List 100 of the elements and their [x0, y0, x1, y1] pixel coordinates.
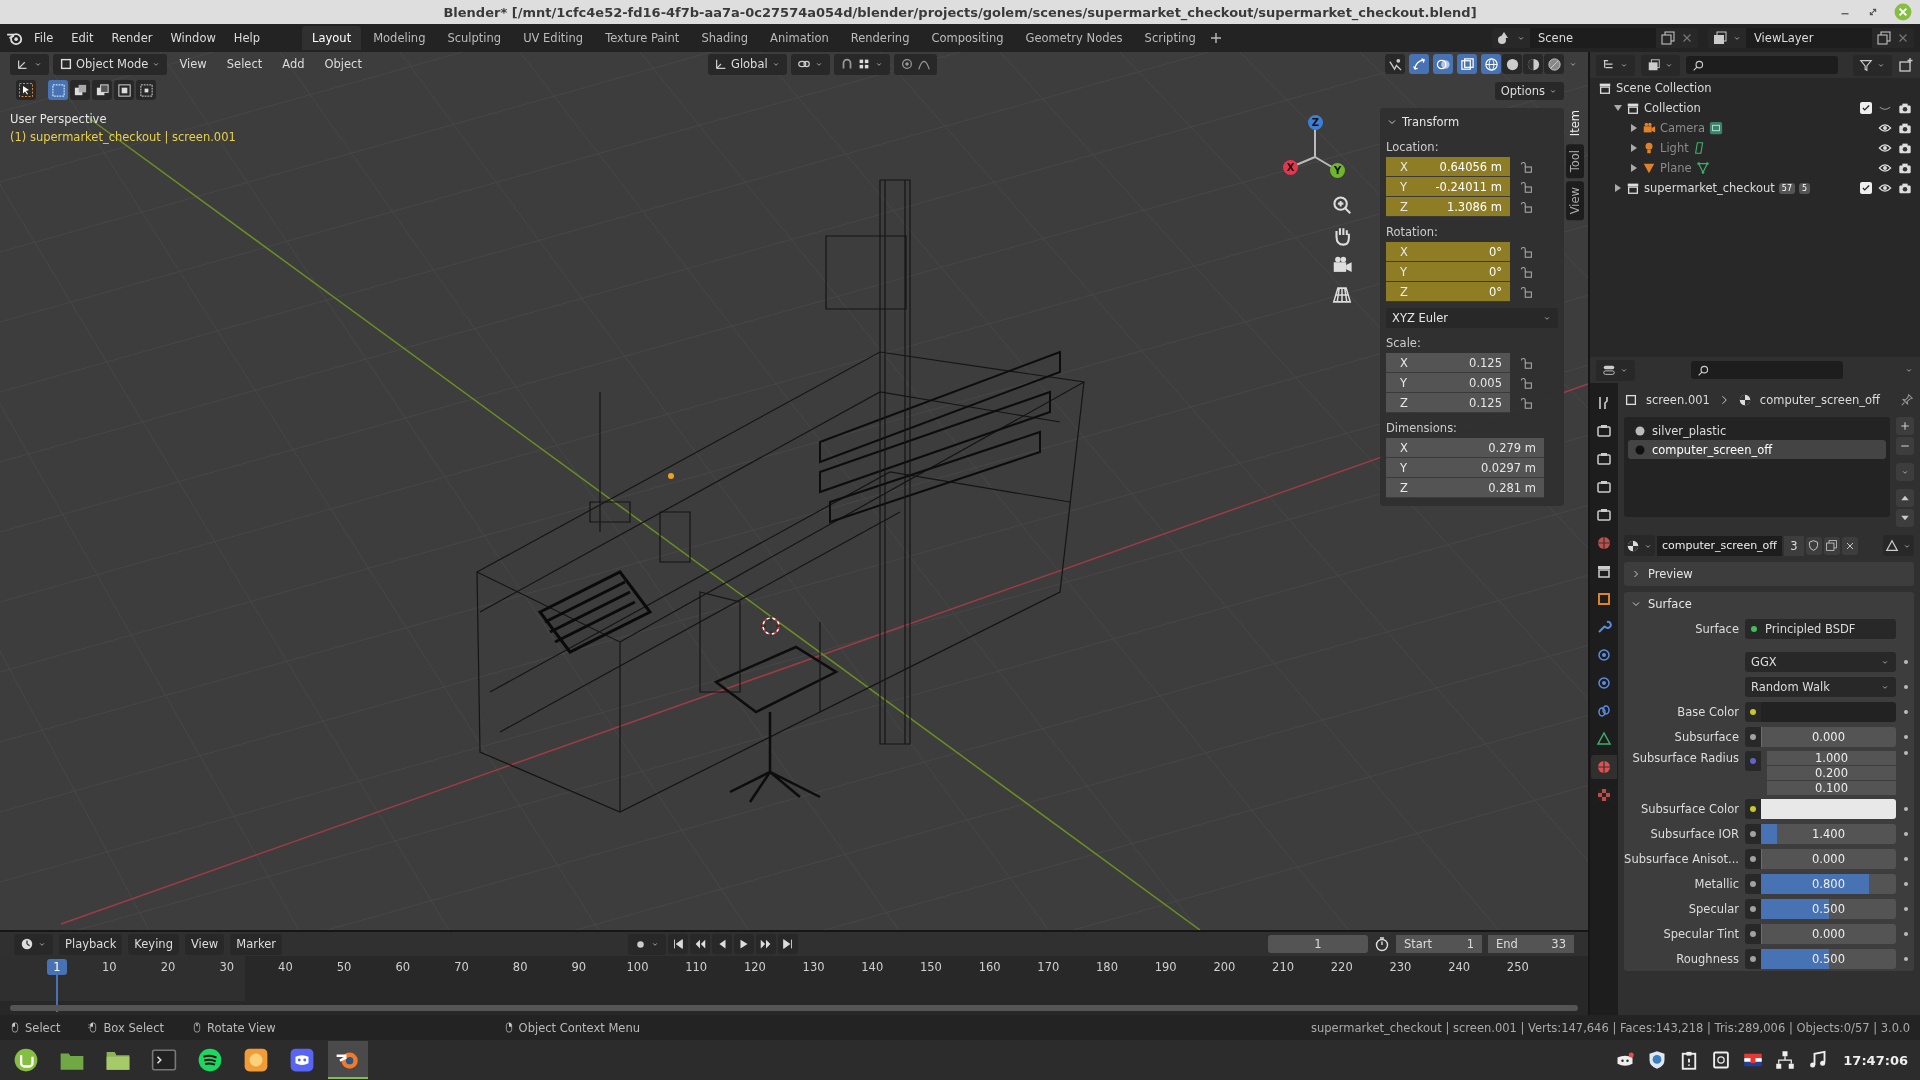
outliner-item[interactable]: Collection	[1644, 101, 1701, 115]
start-frame-field[interactable]: Start 1	[1396, 935, 1482, 953]
outliner-item[interactable]: supermarket_checkout	[1644, 181, 1775, 195]
group-label: Location:	[1386, 140, 1440, 154]
workspace-tab[interactable]: Compositing	[921, 26, 1014, 50]
workspace-tab[interactable]: Shading	[691, 26, 759, 50]
shortcut-hint: Select	[25, 1020, 61, 1035]
number-field[interactable]: X 0°	[1386, 242, 1510, 262]
mode-dropdown[interactable]: Object Mode	[53, 53, 168, 75]
number-field[interactable]: 0.200	[1767, 766, 1896, 781]
workspace-tab[interactable]: Layout	[302, 26, 362, 50]
value-slider[interactable]: 0.000	[1761, 923, 1896, 944]
shortcut-hint: Object Context Menu	[518, 1020, 640, 1035]
menu-item[interactable]: Help	[225, 28, 269, 48]
workspace-tab[interactable]: Animation	[760, 26, 839, 50]
outliner-item[interactable]: Light	[1660, 141, 1689, 155]
shader-selector[interactable]: Principled BSDF	[1745, 618, 1896, 639]
user-count[interactable]: 3	[1783, 535, 1804, 556]
end-frame-field[interactable]: End 33	[1488, 935, 1574, 953]
value-slider[interactable]: 0.000	[1761, 726, 1896, 747]
breadcrumb-item: computer_screen_off	[1759, 393, 1880, 407]
number-field[interactable]: Z 0.281 m	[1386, 478, 1544, 498]
outliner-item[interactable]: Scene Collection	[1616, 81, 1712, 95]
material-slot[interactable]: computer_screen_off	[1628, 440, 1886, 459]
frame-number: 250	[1505, 960, 1530, 974]
number-field[interactable]: Y 0.0297 m	[1386, 458, 1544, 478]
group-label: Dimensions:	[1386, 421, 1458, 435]
number-field[interactable]: 1.000	[1767, 751, 1896, 766]
menu-item[interactable]: View	[171, 54, 215, 74]
workspace-tab[interactable]: Rendering	[840, 26, 920, 50]
menu-item[interactable]: Marker	[230, 933, 282, 955]
material-slot[interactable]: silver_plastic	[1628, 421, 1886, 440]
frame-number: 90	[570, 960, 588, 974]
number-field[interactable]: Z 1.3086 m	[1386, 197, 1510, 217]
frame-number: 240	[1447, 960, 1472, 974]
workspace-tab[interactable]: Modeling	[363, 26, 436, 50]
scene-selector[interactable]: Scene	[1530, 28, 1656, 48]
playhead[interactable]: 1	[47, 959, 67, 975]
menu-item[interactable]: View	[184, 933, 225, 955]
frame-number: 210	[1271, 960, 1296, 974]
value-slider[interactable]: 1.400	[1761, 823, 1896, 844]
workspace-tab[interactable]: UV Editing	[513, 26, 594, 50]
number-field[interactable]: 0.100	[1767, 781, 1896, 796]
menu-item[interactable]: Object	[316, 54, 370, 74]
frame-number: 70	[453, 960, 470, 974]
frame-number: 10	[101, 960, 118, 974]
sidebar-tab[interactable]: Tool	[1566, 144, 1584, 179]
menu-item[interactable]: Keying	[128, 933, 179, 955]
frame-number: 180	[1095, 960, 1119, 974]
dropdown[interactable]: GGX	[1745, 651, 1896, 672]
clock: 17:47:06	[1843, 1052, 1908, 1068]
menu-item[interactable]: Edit	[63, 28, 102, 48]
group-label: Rotation:	[1386, 225, 1439, 239]
number-field[interactable]: X 0.279 m	[1386, 438, 1544, 458]
number-field[interactable]: Y 0°	[1386, 262, 1510, 282]
number-field[interactable]: Y 0.005	[1386, 373, 1510, 393]
property-label: Subsurface Radius	[1631, 751, 1739, 765]
group-label: Scale:	[1386, 336, 1422, 350]
outliner-item[interactable]: Camera	[1660, 121, 1706, 135]
menu-item[interactable]: Window	[162, 28, 224, 48]
workspace-tab[interactable]: Geometry Nodes	[1015, 26, 1133, 50]
material-name-field[interactable]: computer_screen_off	[1657, 535, 1782, 556]
menu-item[interactable]: Select	[218, 54, 271, 74]
workspace-tab[interactable]: Scripting	[1134, 26, 1206, 50]
frame-number: 130	[801, 960, 826, 974]
workspace-tab[interactable]: Sculpting	[437, 26, 512, 50]
breadcrumb-item: screen.001	[1646, 393, 1710, 407]
value-slider[interactable]: 0.800	[1761, 873, 1896, 894]
count-badge: 5	[1799, 182, 1811, 194]
frame-number: 50	[335, 960, 353, 974]
frame-number: 170	[1036, 960, 1061, 974]
workspace-tab[interactable]: Texture Paint	[595, 26, 690, 50]
sidebar-tab[interactable]: View	[1566, 180, 1584, 220]
number-field[interactable]: Z 0°	[1386, 282, 1510, 302]
number-field[interactable]: X 0.125	[1386, 353, 1510, 373]
rotation-mode-dropdown[interactable]: XYZ Euler	[1386, 308, 1558, 328]
menu-item[interactable]: File	[26, 28, 62, 48]
frame-number: 140	[860, 960, 885, 974]
dropdown[interactable]: Random Walk	[1745, 676, 1896, 697]
property-label: Roughness	[1675, 951, 1739, 966]
property-label: Subsurface Color	[1639, 801, 1739, 816]
current-frame-field[interactable]: 1	[1268, 935, 1368, 953]
menu-item[interactable]: Playback	[59, 933, 123, 955]
panel-header[interactable]: Preview	[1624, 562, 1914, 586]
property-label: Surface	[1694, 621, 1739, 636]
view-layer-selector[interactable]: ViewLayer	[1746, 28, 1872, 48]
frame-number: 80	[511, 960, 529, 974]
menu-item[interactable]: Add	[274, 54, 313, 74]
outliner-item[interactable]: Plane	[1660, 161, 1692, 175]
number-field[interactable]: Y -0.24011 m	[1386, 177, 1510, 197]
frame-number: 160	[977, 960, 1002, 974]
options-dropdown[interactable]: Options	[1494, 82, 1564, 100]
property-label: Metallic	[1693, 876, 1739, 891]
number-field[interactable]: X 0.64056 m	[1386, 157, 1510, 177]
panel-title[interactable]: Transform	[1402, 115, 1460, 129]
panel-header[interactable]: Surface	[1624, 592, 1914, 616]
value-slider[interactable]: 0.000	[1761, 848, 1896, 869]
menu-item[interactable]: Render	[103, 28, 161, 48]
number-field[interactable]: Z 0.125	[1386, 393, 1510, 413]
frame-number: 200	[1212, 960, 1237, 974]
